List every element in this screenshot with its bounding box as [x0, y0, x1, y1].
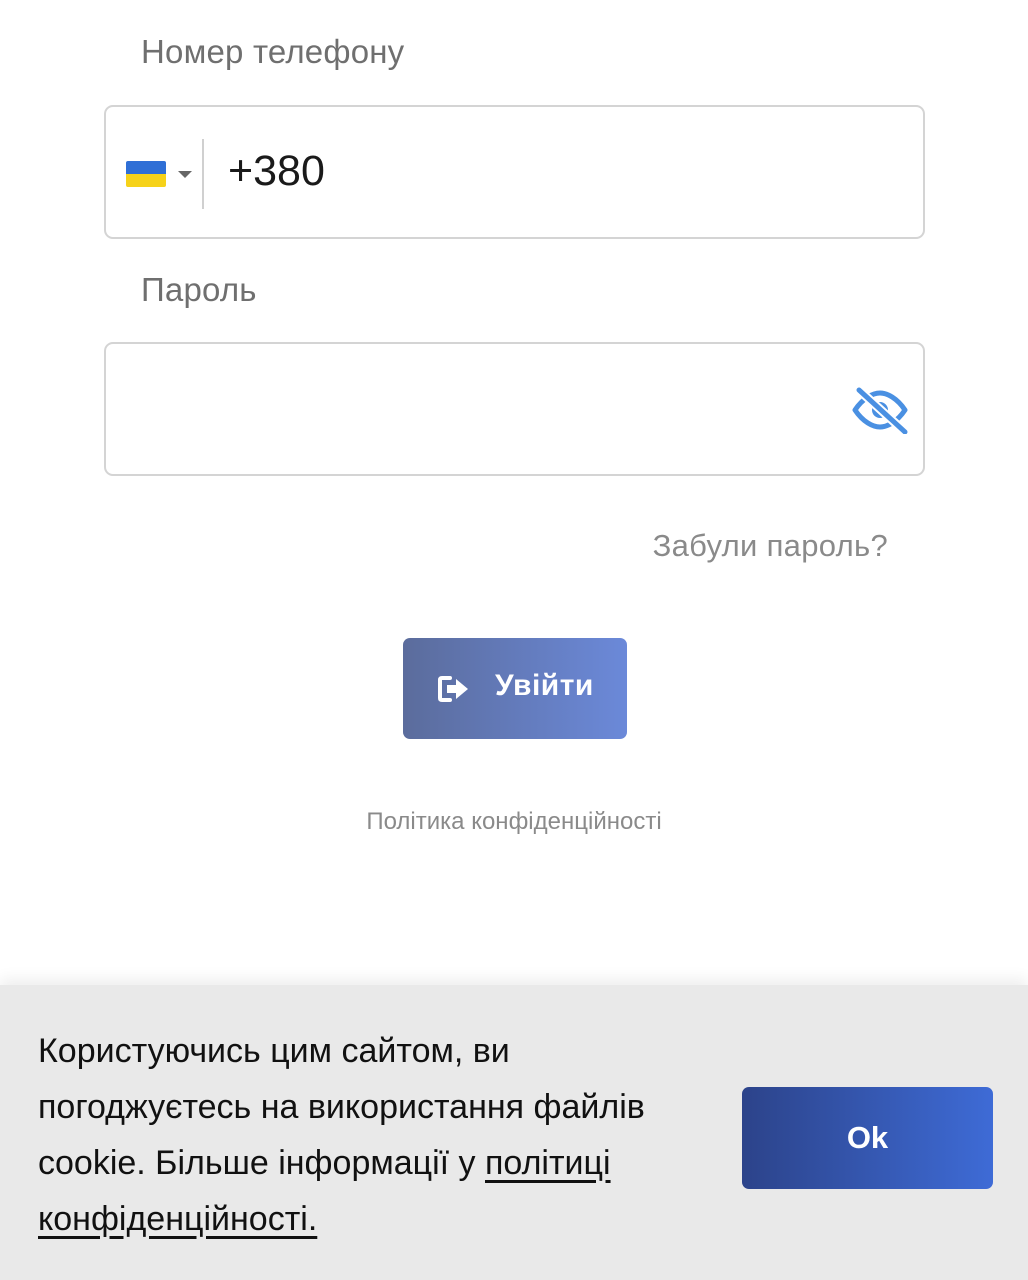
- privacy-policy-link[interactable]: Політика конфіденційності: [0, 808, 1028, 836]
- sign-in-icon: [437, 674, 471, 704]
- login-button[interactable]: Увійти: [403, 638, 627, 739]
- country-selector[interactable]: [126, 161, 196, 193]
- login-page: Номер телефону Пароль Забули пароль?: [0, 0, 1028, 1280]
- cookie-message: Користуючись цим сайтом, ви погоджуєтесь…: [38, 1023, 698, 1247]
- ukraine-flag-icon: [126, 161, 166, 187]
- eye-slash-icon[interactable]: [851, 385, 910, 437]
- chevron-down-icon: [178, 171, 192, 178]
- cookie-ok-button[interactable]: Ok: [742, 1087, 993, 1189]
- password-input[interactable]: [128, 384, 832, 436]
- divider: [202, 139, 204, 209]
- phone-label: Номер телефону: [141, 33, 405, 70]
- forgot-password-link[interactable]: Забули пароль?: [653, 528, 888, 564]
- login-label: Увійти: [495, 669, 594, 702]
- password-label: Пароль: [141, 271, 257, 308]
- phone-field[interactable]: [104, 105, 925, 239]
- cookie-banner: Користуючись цим сайтом, ви погоджуєтесь…: [0, 985, 1028, 1280]
- password-field[interactable]: [104, 342, 925, 476]
- phone-input[interactable]: [228, 147, 828, 196]
